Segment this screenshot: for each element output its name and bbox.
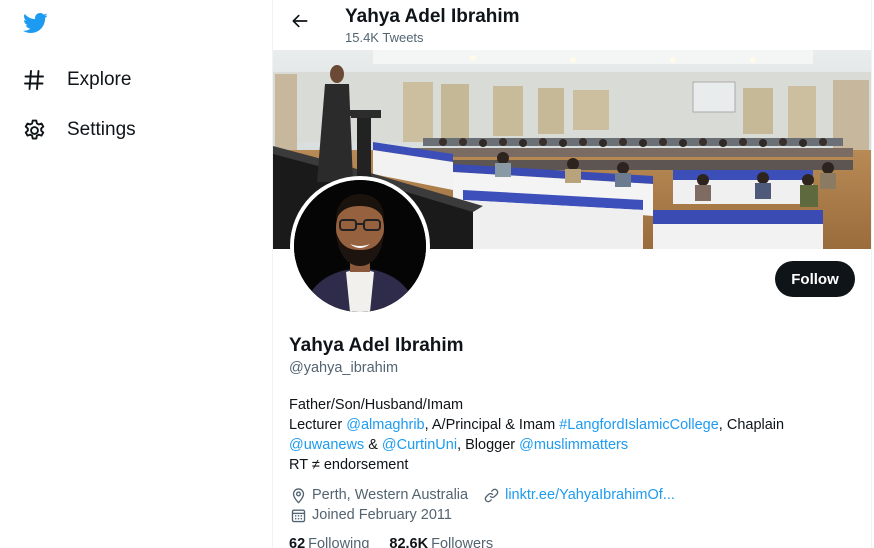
gear-icon: [20, 116, 48, 144]
bio-line: Lecturer @almaghrib, A/Principal & Imam …: [289, 415, 859, 435]
bio-text: Lecturer: [289, 417, 347, 433]
hashtag-link[interactable]: #LangfordIslamicCollege: [559, 417, 719, 433]
profile-meta-row: Joined February 2011: [289, 506, 452, 524]
sidebar: Explore Settings: [0, 0, 272, 548]
following-link[interactable]: 62 Following: [289, 536, 369, 548]
mention-link[interactable]: @almaghrib: [346, 417, 424, 433]
hashtag-icon: [20, 66, 48, 94]
follow-button[interactable]: Follow: [775, 261, 855, 297]
following-count: 62: [289, 536, 306, 548]
avatar-image: [294, 180, 426, 312]
followers-link[interactable]: 82.6K Followers: [389, 536, 493, 548]
location-pin-icon: [289, 486, 307, 504]
bio-text: RT ≠ endorsement: [289, 457, 409, 473]
profile-handle: @yahya_ibrahim: [289, 360, 399, 376]
sidebar-item-explore[interactable]: Explore: [20, 62, 131, 98]
profile-header: Yahya Adel Ibrahim 15.4K Tweets: [273, 0, 871, 50]
bio-text: , A/Principal & Imam: [424, 417, 560, 433]
bio-text: , Chaplain: [718, 417, 785, 433]
bio-line: @uwanews & @CurtinUni, Blogger @muslimma…: [289, 435, 859, 455]
bio-text: , Blogger: [457, 437, 520, 453]
bio-text: Father/Son/Husband/Imam: [289, 397, 464, 413]
profile-location: Perth, Western Australia: [312, 487, 469, 503]
sidebar-item-settings[interactable]: Settings: [20, 112, 136, 148]
profile-meta-row: Perth, Western Australia linktr.ee/Yahya…: [289, 486, 675, 504]
header-title: Yahya Adel Ibrahim: [345, 6, 520, 27]
twitter-bird-icon[interactable]: [20, 10, 52, 40]
following-label: Following: [308, 536, 370, 548]
link-icon: [482, 486, 500, 504]
profile-column: Yahya Adel Ibrahim 15.4K Tweets Follow Y…: [273, 0, 871, 548]
profile-website-link[interactable]: linktr.ee/YahyaIbrahimOf...: [505, 487, 675, 503]
profile-stats: 62 Following 82.6K Followers: [289, 536, 513, 548]
profile-bio: Father/Son/Husband/Imam Lecturer @almagh…: [289, 395, 859, 475]
bio-text: &: [364, 437, 382, 453]
bio-line: RT ≠ endorsement: [289, 455, 859, 475]
followers-count: 82.6K: [389, 536, 429, 548]
calendar-icon: [289, 506, 307, 524]
mention-link[interactable]: @muslimmatters: [519, 437, 628, 453]
mention-link[interactable]: @uwanews: [289, 437, 364, 453]
bio-line: Father/Son/Husband/Imam: [289, 395, 859, 415]
arrow-left-icon: [290, 11, 310, 36]
profile-joined-date: Joined February 2011: [312, 507, 452, 523]
followers-label: Followers: [431, 536, 494, 548]
avatar[interactable]: [290, 176, 430, 316]
mention-link[interactable]: @CurtinUni: [382, 437, 457, 453]
column-divider: [871, 0, 872, 548]
sidebar-item-label: Explore: [67, 69, 132, 90]
sidebar-item-label: Settings: [67, 119, 136, 140]
back-button[interactable]: [287, 10, 313, 36]
profile-name: Yahya Adel Ibrahim: [289, 335, 464, 356]
tweet-count: 15.4K Tweets: [345, 30, 424, 45]
